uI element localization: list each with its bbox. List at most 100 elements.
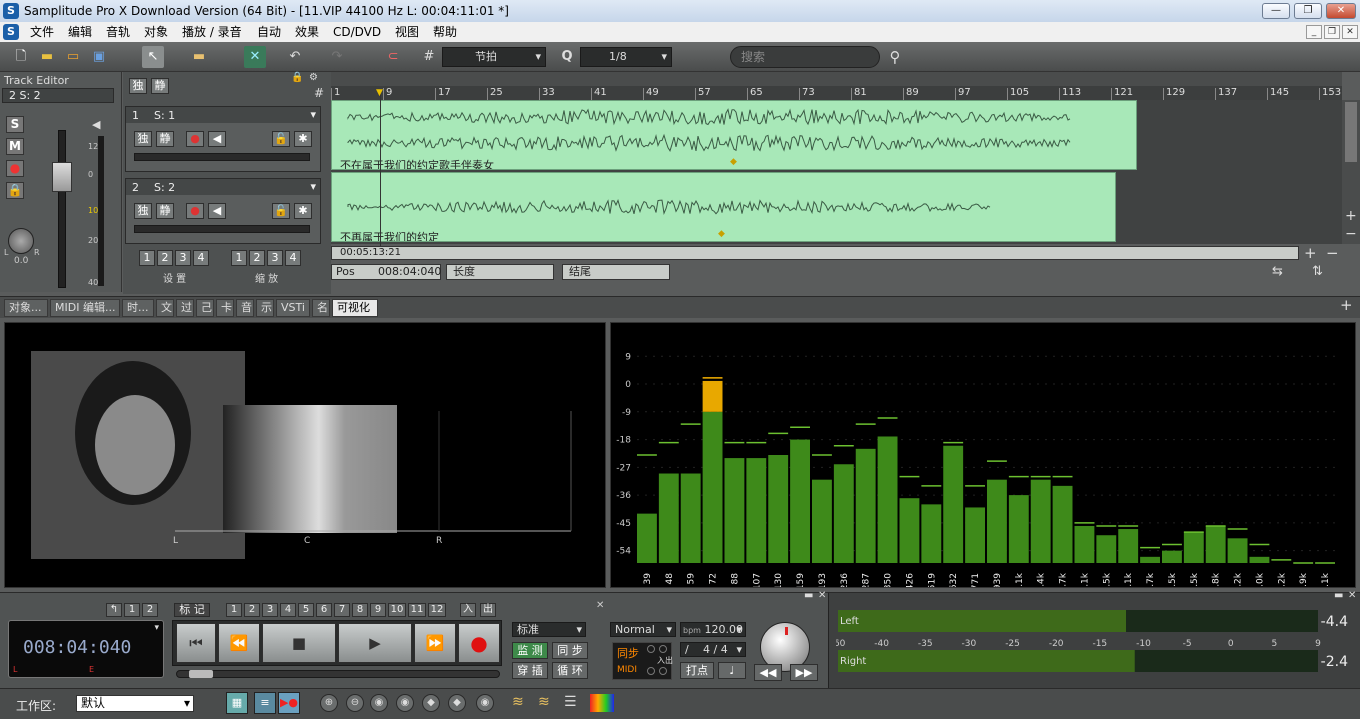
waveform-tool-icon[interactable]: ≋ xyxy=(512,694,524,710)
timeline-ruler[interactable]: 1 9 17 25 33 41 49 57 65 73 81 89 97 105 113 121 129 137 1… xyxy=(331,86,1342,100)
track-2-clip[interactable]: 不再属于我们的约定 ◆ xyxy=(331,172,1116,242)
menu-track[interactable]: 音轨 xyxy=(103,22,133,42)
search-input[interactable]: 搜索 xyxy=(730,46,880,68)
magnet-snap-icon[interactable]: ⊂ xyxy=(382,46,404,68)
new-file-icon[interactable]: 🗋 xyxy=(10,46,32,68)
punch-button[interactable]: 穿 插 xyxy=(512,662,548,679)
menu-object[interactable]: 对象 xyxy=(141,22,171,42)
zoom-out-v-icon[interactable]: − xyxy=(1345,226,1357,242)
document-icon[interactable]: S xyxy=(3,24,19,40)
jog-forward-icon[interactable]: ▶▶ xyxy=(790,664,818,681)
track-1-header[interactable]: 1 S: 1 ▾ 独 静 ● ◀ 🔓 ✱ xyxy=(125,106,321,172)
zoom-fit-v-icon[interactable]: ⊖ xyxy=(346,694,364,712)
track-2-lock-icon[interactable]: 🔓 xyxy=(272,203,290,219)
track-2-record-icon[interactable]: ● xyxy=(186,203,204,219)
track-2-speaker-icon[interactable]: ◀ xyxy=(208,203,226,219)
marker-num-5[interactable]: 5 xyxy=(298,603,314,617)
record-view-icon[interactable]: ▶● xyxy=(278,692,300,714)
track-2-volume-slider[interactable] xyxy=(134,225,310,233)
marker-num-10[interactable]: 10 xyxy=(388,603,406,617)
global-mute-button[interactable]: 静 xyxy=(151,78,169,94)
solo-s-button[interactable]: S xyxy=(6,116,24,133)
stop-icon[interactable]: ■ xyxy=(262,623,336,663)
zoom-preset-2[interactable]: 2 xyxy=(249,250,265,266)
track-editor-track-select[interactable]: 2 S: 2 xyxy=(2,88,114,103)
marker-bar[interactable] xyxy=(331,72,1342,86)
pos-field[interactable]: Pos 008:04:040 xyxy=(331,264,441,280)
marker-num-6[interactable]: 6 xyxy=(316,603,332,617)
eye-red-icon[interactable]: ◉ xyxy=(396,694,414,712)
marker-num-1[interactable]: 1 xyxy=(226,603,242,617)
tab-11[interactable]: 可视化 xyxy=(332,299,378,317)
swap-vertical-icon[interactable]: ⇅ xyxy=(1312,264,1323,279)
track-1-fx-icon[interactable]: ✱ xyxy=(294,131,312,147)
zoom-fit-icon[interactable]: ⊕ xyxy=(320,694,338,712)
close-button[interactable]: ✕ xyxy=(1326,3,1356,19)
header-settings-icon[interactable]: ⚙ xyxy=(309,72,318,83)
menu-edit[interactable]: 编辑 xyxy=(65,22,95,42)
out-point-button[interactable]: 出 xyxy=(480,603,496,617)
marker-num-8[interactable]: 8 xyxy=(352,603,368,617)
marker-nav-2-icon[interactable]: ◆ xyxy=(448,694,466,712)
save-icon[interactable]: ▣ xyxy=(88,46,110,68)
time-display[interactable]: 008:04:040 L E ▾ xyxy=(8,620,164,678)
clip-handle-icon[interactable]: ◆ xyxy=(730,157,737,167)
meter-close-icon[interactable]: ✕ xyxy=(1348,590,1356,601)
menu-file[interactable]: 文件 xyxy=(27,22,57,42)
chevron-down-icon[interactable]: ▾ xyxy=(310,108,316,121)
tap-tempo-button[interactable]: 打点 xyxy=(680,662,714,679)
track-2-lane[interactable]: 不再属于我们的约定 ◆ xyxy=(331,172,1342,244)
undo-num-1[interactable]: 1 xyxy=(124,603,140,617)
undo-history-icon[interactable]: ↰ xyxy=(106,603,122,617)
snap-select[interactable]: 节拍 ▾ xyxy=(442,47,546,67)
tab-0[interactable]: 对象... xyxy=(4,299,48,317)
tab-2[interactable]: 时... xyxy=(122,299,154,317)
tile-view-icon[interactable]: ▦ xyxy=(226,692,248,714)
sync-midi-indicator[interactable]: 同步 MIDI 入 出 xyxy=(612,642,673,680)
tab-10[interactable]: 名 xyxy=(312,299,330,317)
zoom-preset-3[interactable]: 3 xyxy=(267,250,283,266)
chevron-down-icon[interactable]: ▾ xyxy=(154,623,159,633)
volume-fader-handle[interactable] xyxy=(52,162,72,192)
tab-3[interactable]: 文 xyxy=(156,299,174,317)
pointer-tool-icon[interactable]: ↖ xyxy=(142,46,164,68)
menu-cd-dvd[interactable]: CD/DVD xyxy=(330,22,384,42)
zoom-in-h-icon[interactable]: + xyxy=(1304,244,1317,262)
mixer-x-icon[interactable]: ✕ xyxy=(244,46,266,68)
meter-minimize-icon[interactable]: ▬ xyxy=(1334,590,1343,601)
track-2-mute-button[interactable]: 静 xyxy=(156,203,174,219)
grid-icon[interactable]: # xyxy=(418,46,440,68)
spectrum-tool-icon[interactable] xyxy=(590,694,614,712)
ruler-grid-icon[interactable]: # xyxy=(308,86,330,100)
global-solo-button[interactable]: 独 xyxy=(129,78,147,94)
settings-preset-1[interactable]: 1 xyxy=(139,250,155,266)
marker-num-3[interactable]: 3 xyxy=(262,603,278,617)
tab-6[interactable]: 卡 xyxy=(216,299,234,317)
search-icon[interactable]: ⚲ xyxy=(884,46,906,68)
waveform-tool-2-icon[interactable]: ≋ xyxy=(538,694,550,710)
menu-playback-record[interactable]: 播放 / 录音 xyxy=(179,22,245,42)
marker-nav-icon[interactable]: ◆ xyxy=(422,694,440,712)
lock-icon[interactable]: 🔒 xyxy=(6,182,24,199)
track-1-solo-button[interactable]: 独 xyxy=(134,131,152,147)
record-icon[interactable]: ● xyxy=(458,623,500,663)
length-field[interactable]: 长度 xyxy=(446,264,554,280)
eye-green-icon[interactable]: ◉ xyxy=(476,694,494,712)
track-1-clip[interactable]: 不在属于我们的约定歌手伴奏女 ◆ xyxy=(331,100,1137,170)
in-point-button[interactable]: 入 xyxy=(460,603,476,617)
transport-close-icon[interactable]: ✕ xyxy=(818,590,826,601)
track-1-lock-icon[interactable]: 🔓 xyxy=(272,131,290,147)
jog-back-icon[interactable]: ◀◀ xyxy=(754,664,782,681)
track-1-mute-button[interactable]: 静 xyxy=(156,131,174,147)
metronome-icon[interactable]: ♩ xyxy=(718,662,746,679)
marker-num-2[interactable]: 2 xyxy=(244,603,260,617)
vscroll-thumb[interactable] xyxy=(1345,102,1357,162)
minimize-button[interactable]: — xyxy=(1262,3,1290,19)
settings-preset-3[interactable]: 3 xyxy=(175,250,191,266)
header-lock-icon[interactable]: 🔒 xyxy=(291,72,303,83)
sync-button[interactable]: 同 步 xyxy=(552,642,588,659)
mixer-view-icon[interactable]: ≡ xyxy=(254,692,276,714)
position-slider[interactable] xyxy=(176,670,500,678)
settings-preset-4[interactable]: 4 xyxy=(193,250,209,266)
track-1-lane[interactable]: 不在属于我们的约定歌手伴奏女 ◆ xyxy=(331,100,1342,172)
